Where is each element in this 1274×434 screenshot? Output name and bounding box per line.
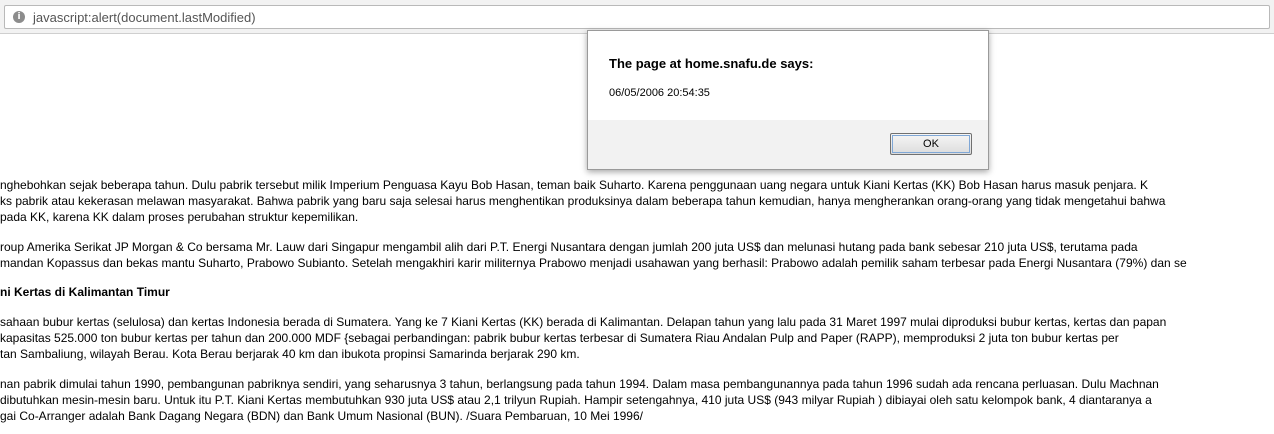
browser-toolbar: i javascript:alert(document.lastModified… — [0, 0, 1274, 34]
section-heading: ni Kertas di Kalimantan Timur — [0, 285, 170, 299]
paragraph-line: tan Sambaliung, wilayah Berau. Kota Bera… — [0, 347, 580, 361]
ok-button[interactable]: OK — [890, 133, 972, 155]
paragraph-line: mandan Kopassus dan bekas mantu Suharto,… — [0, 256, 1187, 270]
paragraph-line: pada KK, karena KK dalam proses perubaha… — [0, 210, 359, 224]
dialog-title: The page at home.snafu.de says: — [609, 56, 814, 71]
info-icon[interactable]: i — [13, 11, 25, 23]
paragraph-line: gai Co-Arranger adalah Bank Dagang Negar… — [0, 409, 643, 423]
address-bar-url[interactable]: javascript:alert(document.lastModified) — [33, 9, 256, 26]
dialog-message: 06/05/2006 20:54:35 — [609, 87, 710, 99]
dialog-footer: OK — [588, 120, 988, 169]
address-bar[interactable]: i javascript:alert(document.lastModified… — [4, 5, 1270, 29]
alert-dialog: The page at home.snafu.de says: 06/05/20… — [587, 30, 989, 170]
